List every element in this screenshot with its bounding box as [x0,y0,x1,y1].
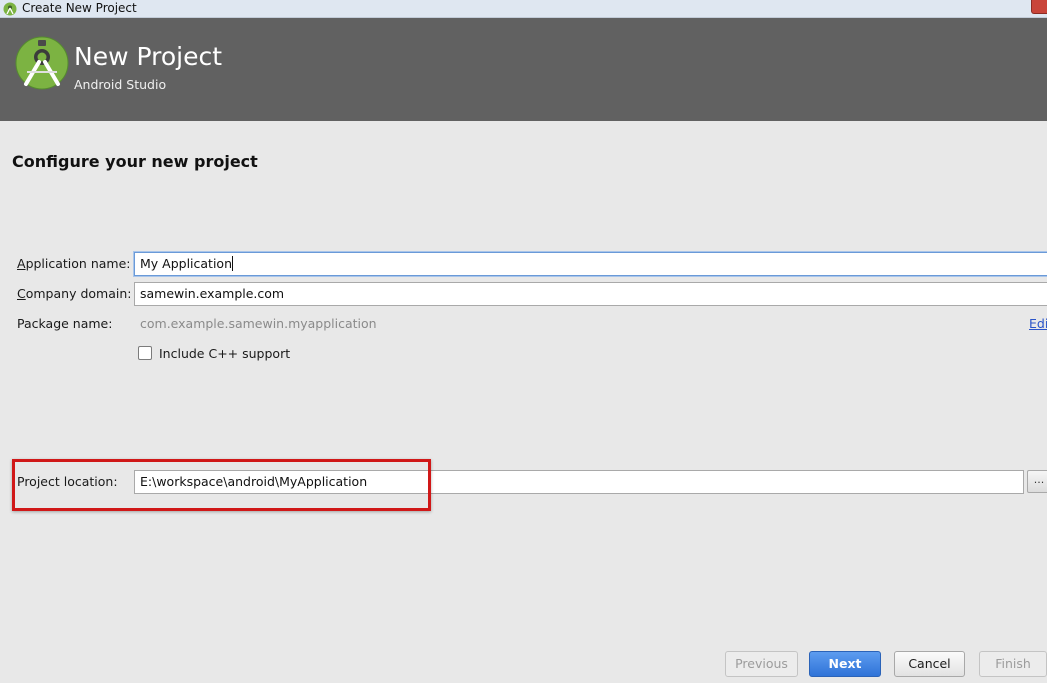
header-subtitle: Android Studio [74,77,167,92]
mnemonic-a: A [17,256,26,271]
application-name-label: Application name: [17,256,131,271]
text-caret [232,256,233,271]
wizard-header: New Project Android Studio [0,18,1047,121]
android-studio-icon [3,2,17,16]
include-cpp-label[interactable]: Include C++ support [159,346,290,361]
highlight-box [12,459,431,511]
company-domain-label-text: ompany domain: [25,286,132,301]
mnemonic-c: C [17,286,26,301]
window-close-button[interactable] [1031,0,1047,14]
package-name-value: com.example.samewin.myapplication [140,316,377,331]
application-name-input[interactable]: My Application [134,252,1047,276]
android-studio-logo [15,36,69,90]
header-title: New Project [74,42,223,71]
window-title-bar: Create New Project [0,0,1047,18]
page-title: Configure your new project [12,152,258,171]
finish-button[interactable]: Finish [979,651,1047,677]
package-edit-link[interactable]: Edit [1029,316,1047,331]
next-button[interactable]: Next [809,651,881,677]
application-name-label-text: pplication name: [25,256,131,271]
company-domain-label: Company domain: [17,286,131,301]
previous-button[interactable]: Previous [725,651,798,677]
cancel-button[interactable]: Cancel [894,651,965,677]
application-name-value: My Application [140,256,232,271]
package-name-label: Package name: [17,316,113,331]
browse-button[interactable]: ... [1027,470,1047,493]
include-cpp-checkbox[interactable] [138,346,152,360]
window-title: Create New Project [22,1,137,15]
company-domain-input[interactable]: samewin.example.com [134,282,1047,306]
